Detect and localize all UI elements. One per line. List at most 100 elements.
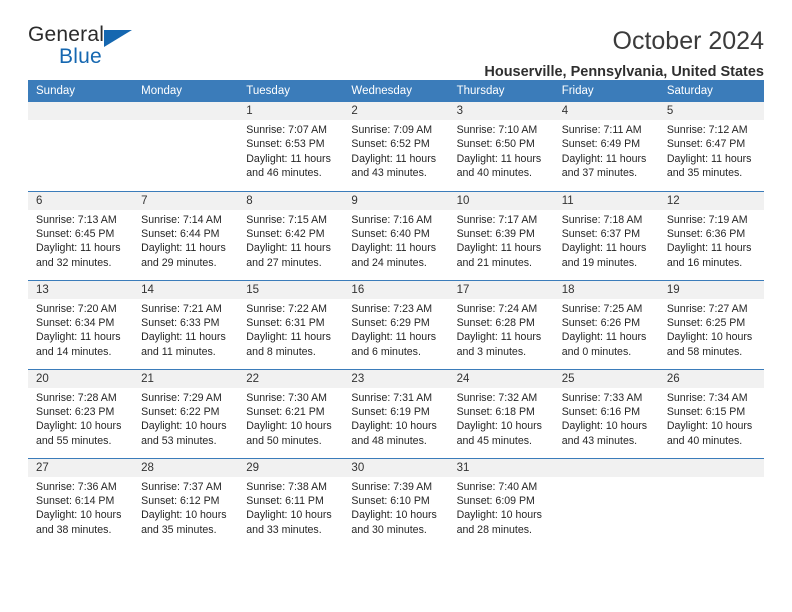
calendar-day-cell[interactable]: 30 Sunrise: 7:39 AM Sunset: 6:10 PM Dayligh…	[343, 457, 449, 547]
sunrise-text: Sunrise: 7:39 AM	[351, 480, 433, 493]
calendar-day-cell[interactable]: 27 Sunrise: 7:36 AM Sunset: 6:14 PM Dayligh…	[28, 457, 134, 547]
daylight-text-line2: and 0 minutes.	[561, 345, 632, 358]
logo-text-blue: Blue	[59, 45, 102, 68]
day-number: 21	[133, 369, 239, 388]
day-number	[28, 102, 134, 120]
daylight-text-line1: Daylight: 11 hours	[456, 152, 542, 165]
calendar-day-cell[interactable]: 26 Sunrise: 7:34 AM Sunset: 6:15 PM Dayligh…	[658, 368, 764, 458]
sunset-text: Sunset: 6:26 PM	[561, 316, 641, 329]
daylight-text-line1: Daylight: 10 hours	[456, 509, 542, 522]
day-details: Sunrise: 7:18 AM Sunset: 6:37 PM Daylight:…	[554, 210, 659, 271]
calendar-day-cell[interactable]: 29 Sunrise: 7:38 AM Sunset: 6:11 PM Dayligh…	[238, 457, 344, 547]
calendar-week-row: 13 Sunrise: 7:20 AM Sunset: 6:34 PM Dayligh…	[28, 279, 764, 369]
calendar-day-cell[interactable]: 31 Sunrise: 7:40 AM Sunset: 6:09 PM Dayligh…	[448, 457, 554, 547]
sunset-text: Sunset: 6:36 PM	[666, 227, 746, 240]
calendar-day-cell[interactable]: 1 Sunrise: 7:07 AM Sunset: 6:53 PM Daylight…	[238, 102, 344, 191]
daylight-text-line1: Daylight: 11 hours	[351, 242, 437, 255]
calendar-day-cell[interactable]: 23 Sunrise: 7:31 AM Sunset: 6:19 PM Dayligh…	[343, 368, 449, 458]
calendar-day-cell[interactable]: 17 Sunrise: 7:24 AM Sunset: 6:28 PM Dayligh…	[448, 279, 554, 369]
calendar-day-cell[interactable]: 4 Sunrise: 7:11 AM Sunset: 6:49 PM Daylight…	[553, 102, 659, 191]
daylight-text-line2: and 24 minutes.	[351, 256, 427, 269]
day-number: 29	[238, 458, 344, 477]
daylight-text-line2: and 53 minutes.	[141, 434, 217, 447]
sunset-text: Sunset: 6:22 PM	[141, 405, 220, 418]
weekday-header-wednesday: Wednesday	[343, 80, 449, 102]
sunrise-text: Sunrise: 7:36 AM	[36, 480, 117, 493]
calendar-day-cell[interactable]: 2 Sunrise: 7:09 AM Sunset: 6:52 PM Daylight…	[343, 102, 449, 191]
daylight-text-line2: and 35 minutes.	[666, 167, 743, 180]
sunset-text: Sunset: 6:53 PM	[246, 138, 325, 151]
calendar-day-cell[interactable]: 28 Sunrise: 7:37 AM Sunset: 6:12 PM Dayligh…	[133, 457, 239, 547]
calendar-day-cell[interactable]: 25 Sunrise: 7:33 AM Sunset: 6:16 PM Dayligh…	[553, 368, 659, 458]
day-details: Sunrise: 7:31 AM Sunset: 6:19 PM Daylight:…	[343, 388, 448, 449]
calendar-day-cell[interactable]: 22 Sunrise: 7:30 AM Sunset: 6:21 PM Dayligh…	[238, 368, 344, 458]
day-number: 17	[448, 280, 554, 299]
day-details: Sunrise: 7:37 AM Sunset: 6:12 PM Daylight:…	[133, 477, 238, 538]
day-number: 25	[553, 369, 659, 388]
daylight-text-line2: and 43 minutes.	[351, 167, 427, 180]
daylight-text-line2: and 3 minutes.	[456, 345, 527, 358]
daylight-text-line1: Daylight: 10 hours	[36, 420, 122, 433]
day-details: Sunrise: 7:22 AM Sunset: 6:31 PM Daylight:…	[238, 299, 343, 360]
day-number: 3	[448, 102, 554, 120]
calendar-day-cell[interactable]: 13 Sunrise: 7:20 AM Sunset: 6:34 PM Dayligh…	[28, 279, 134, 369]
day-details: Sunrise: 7:36 AM Sunset: 6:14 PM Daylight:…	[28, 477, 133, 538]
calendar-day-cell[interactable]: 15 Sunrise: 7:22 AM Sunset: 6:31 PM Dayligh…	[238, 279, 344, 369]
sunrise-text: Sunrise: 7:37 AM	[141, 480, 222, 493]
daylight-text-line1: Daylight: 10 hours	[36, 509, 122, 522]
calendar-day-cell[interactable]: 14 Sunrise: 7:21 AM Sunset: 6:33 PM Dayligh…	[133, 279, 239, 369]
calendar-day-cell[interactable]: 11 Sunrise: 7:18 AM Sunset: 6:37 PM Dayligh…	[553, 190, 659, 280]
day-number: 15	[238, 280, 344, 299]
sunset-text: Sunset: 6:49 PM	[561, 138, 641, 151]
daylight-text-line1: Daylight: 11 hours	[561, 152, 647, 165]
calendar-day-cell[interactable]: 19 Sunrise: 7:27 AM Sunset: 6:25 PM Dayligh…	[658, 279, 764, 369]
calendar-day-cell[interactable]: 10 Sunrise: 7:17 AM Sunset: 6:39 PM Dayligh…	[448, 190, 554, 280]
daylight-text-line2: and 27 minutes.	[246, 256, 322, 269]
daylight-text-line2: and 33 minutes.	[246, 523, 322, 536]
daylight-text-line1: Daylight: 10 hours	[246, 509, 332, 522]
sunset-text: Sunset: 6:52 PM	[351, 138, 430, 151]
calendar-day-cell[interactable]: 18 Sunrise: 7:25 AM Sunset: 6:26 PM Dayligh…	[553, 279, 659, 369]
daylight-text-line1: Daylight: 10 hours	[456, 420, 542, 433]
day-number: 6	[28, 191, 134, 210]
sunset-text: Sunset: 6:40 PM	[351, 227, 430, 240]
day-details: Sunrise: 7:27 AM Sunset: 6:25 PM Daylight:…	[659, 299, 764, 360]
daylight-text-line1: Daylight: 10 hours	[141, 509, 227, 522]
sunrise-text: Sunrise: 7:14 AM	[141, 213, 222, 226]
calendar-day-cell[interactable]: 16 Sunrise: 7:23 AM Sunset: 6:29 PM Dayligh…	[343, 279, 449, 369]
day-number: 2	[343, 102, 449, 120]
daylight-text-line1: Daylight: 11 hours	[456, 242, 542, 255]
triangle-icon	[104, 30, 132, 47]
daylight-text-line2: and 21 minutes.	[456, 256, 532, 269]
calendar-day-cell[interactable]: 3 Sunrise: 7:10 AM Sunset: 6:50 PM Daylight…	[448, 102, 554, 191]
day-details: Sunrise: 7:17 AM Sunset: 6:39 PM Daylight:…	[449, 210, 554, 271]
general-blue-logo[interactable]: General Blue	[28, 24, 148, 70]
daylight-text-line2: and 14 minutes.	[36, 345, 112, 358]
daylight-text-line1: Daylight: 11 hours	[36, 331, 121, 344]
calendar-day-cell[interactable]: 7 Sunrise: 7:14 AM Sunset: 6:44 PM Daylight…	[133, 190, 239, 280]
calendar-day-cell[interactable]: 21 Sunrise: 7:29 AM Sunset: 6:22 PM Dayligh…	[133, 368, 239, 458]
calendar-day-cell[interactable]: 9 Sunrise: 7:16 AM Sunset: 6:40 PM Daylight…	[343, 190, 449, 280]
day-number: 30	[343, 458, 449, 477]
daylight-text-line2: and 32 minutes.	[36, 256, 112, 269]
calendar-day-cell[interactable]: 24 Sunrise: 7:32 AM Sunset: 6:18 PM Dayligh…	[448, 368, 554, 458]
daylight-text-line2: and 46 minutes.	[246, 167, 322, 180]
daylight-text-line1: Daylight: 11 hours	[141, 242, 226, 255]
page-header: General Blue October 2024 Houserville, P…	[28, 0, 764, 80]
daylight-text-line2: and 40 minutes.	[456, 167, 532, 180]
daylight-text-line1: Daylight: 10 hours	[351, 420, 437, 433]
sunset-text: Sunset: 6:25 PM	[666, 316, 746, 329]
daylight-text-line2: and 48 minutes.	[351, 434, 427, 447]
calendar-day-cell[interactable]: 12 Sunrise: 7:19 AM Sunset: 6:36 PM Dayligh…	[658, 190, 764, 280]
sunset-text: Sunset: 6:09 PM	[456, 494, 535, 507]
calendar-day-cell[interactable]: 6 Sunrise: 7:13 AM Sunset: 6:45 PM Daylight…	[28, 190, 134, 280]
calendar-day-cell[interactable]: 5 Sunrise: 7:12 AM Sunset: 6:47 PM Daylight…	[658, 102, 764, 191]
sunset-text: Sunset: 6:23 PM	[36, 405, 115, 418]
sunrise-text: Sunrise: 7:31 AM	[351, 391, 433, 404]
calendar-day-cell[interactable]: 8 Sunrise: 7:15 AM Sunset: 6:42 PM Daylight…	[238, 190, 344, 280]
sunrise-text: Sunrise: 7:07 AM	[246, 124, 327, 136]
sunrise-text: Sunrise: 7:24 AM	[456, 302, 538, 315]
daylight-text-line2: and 38 minutes.	[36, 523, 112, 536]
calendar-day-cell[interactable]: 20 Sunrise: 7:28 AM Sunset: 6:23 PM Dayligh…	[28, 368, 134, 458]
day-number: 19	[658, 280, 764, 299]
